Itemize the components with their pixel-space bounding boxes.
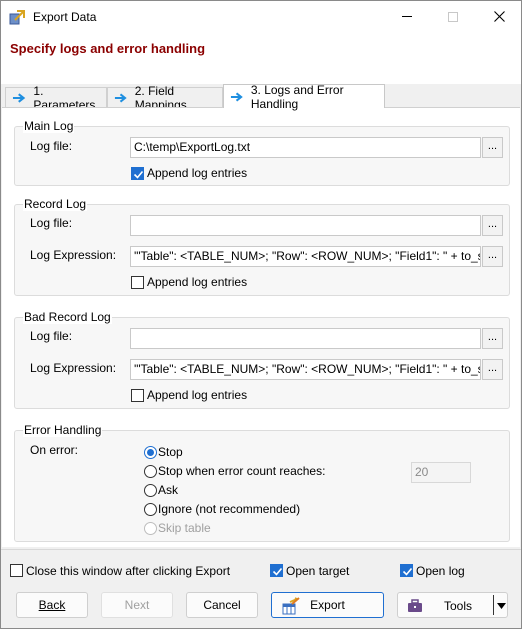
export-button[interactable]: Export: [271, 592, 384, 618]
log-file-label: Log file:: [30, 329, 73, 343]
bad-record-log-file-input[interactable]: [130, 328, 481, 349]
tools-button-label: Tools: [444, 599, 473, 613]
log-expression-label: Log Expression:: [30, 248, 117, 262]
radio-ignore-label: Ignore (not recommended): [158, 502, 301, 516]
bad-record-log-browse-button[interactable]: ...: [482, 328, 503, 349]
group-title: Bad Record Log: [23, 310, 112, 324]
bad-record-log-append-label: Append log entries: [147, 388, 248, 402]
maximize-button: [430, 1, 476, 32]
back-button-label: Back: [38, 598, 66, 612]
radio-skip-table: [144, 522, 157, 535]
record-log-file-input[interactable]: [130, 215, 481, 236]
on-error-label: On error:: [30, 443, 79, 457]
window-title: Export Data: [33, 10, 97, 24]
radio-stop[interactable]: [144, 446, 157, 459]
tab-panel: Main Log Log file: C:\temp\ExportLog.txt…: [2, 107, 520, 547]
main-log-append-checkbox[interactable]: [131, 167, 144, 180]
bad-record-log-group: Bad Record Log Log file: ... Log Express…: [14, 310, 510, 409]
tools-split-divider: [493, 595, 494, 615]
tools-button[interactable]: Tools: [397, 592, 508, 618]
maximize-icon: [448, 11, 458, 22]
arrow-right-icon: [114, 93, 127, 102]
toolbox-icon: [408, 599, 422, 612]
record-log-append-checkbox[interactable]: [131, 276, 144, 289]
record-log-browse-button[interactable]: ...: [482, 215, 503, 236]
main-log-file-input[interactable]: C:\temp\ExportLog.txt: [130, 137, 481, 158]
radio-ignore[interactable]: [144, 503, 157, 516]
bad-record-log-expression-input[interactable]: '"Table": <TABLE_NUM>; "Row": <ROW_NUM>;…: [130, 359, 481, 380]
open-log-label: Open log: [416, 564, 465, 578]
title-bar: Export Data: [1, 1, 521, 32]
log-file-label: Log file:: [30, 139, 73, 153]
open-log-checkbox[interactable]: [400, 564, 413, 577]
export-icon: [282, 597, 300, 615]
tab-parameters[interactable]: 1. Parameters: [5, 84, 107, 112]
footer-divider: [1, 549, 521, 550]
main-log-append-label: Append log entries: [147, 166, 248, 180]
page-title: Specify logs and error handling: [10, 41, 206, 56]
radio-ask-label: Ask: [158, 483, 179, 497]
group-title: Main Log: [23, 119, 75, 133]
open-target-label: Open target: [286, 564, 350, 578]
next-button-label: Next: [124, 598, 150, 612]
export-button-label: Export: [310, 598, 345, 612]
close-after-export-checkbox[interactable]: [10, 564, 23, 577]
checkmark-icon: [133, 170, 144, 179]
arrow-right-icon: [230, 91, 243, 102]
record-log-expression-button[interactable]: ...: [482, 246, 503, 267]
export-app-icon: [9, 10, 25, 25]
close-button[interactable]: [476, 1, 522, 32]
cancel-button-label: Cancel: [203, 598, 241, 612]
tab-strip: 1. Parameters 2. Field Mappings 3. Logs …: [1, 82, 521, 112]
radio-ask[interactable]: [144, 484, 157, 497]
tab-logs-error-handling[interactable]: 3. Logs and Error Handling: [223, 82, 385, 111]
log-expression-label: Log Expression:: [30, 361, 117, 375]
group-title: Record Log: [23, 197, 88, 211]
back-button[interactable]: Back: [16, 592, 88, 618]
main-log-browse-button[interactable]: ...: [482, 137, 503, 158]
record-log-group: Record Log Log file: ... Log Expression:…: [14, 197, 510, 296]
checkmark-icon: [272, 567, 283, 576]
error-count-input[interactable]: 20: [411, 462, 471, 483]
minimize-icon: [402, 16, 412, 17]
checkmark-icon: [402, 567, 413, 576]
close-icon: [493, 11, 505, 22]
group-title: Error Handling: [23, 423, 103, 437]
log-file-label: Log file:: [30, 216, 73, 230]
error-handling-group: Error Handling On error: Stop Stop when …: [14, 423, 510, 542]
bad-record-log-append-checkbox[interactable]: [131, 389, 144, 402]
next-button: Next: [101, 592, 173, 618]
record-log-append-label: Append log entries: [147, 275, 248, 289]
record-log-expression-input[interactable]: '"Table": <TABLE_NUM>; "Row": <ROW_NUM>;…: [130, 246, 481, 267]
main-log-group: Main Log Log file: C:\temp\ExportLog.txt…: [14, 119, 510, 186]
tab-field-mappings[interactable]: 2. Field Mappings: [107, 84, 223, 112]
radio-skip-table-label: Skip table: [158, 521, 211, 535]
tab-label: 3. Logs and Error Handling: [250, 82, 344, 111]
minimize-button[interactable]: [384, 1, 430, 32]
radio-stop-error-count[interactable]: [144, 465, 157, 478]
arrow-right-icon: [12, 92, 26, 103]
export-data-window: Export Data Specify logs and error handl…: [0, 0, 522, 629]
chevron-down-icon[interactable]: [497, 603, 506, 609]
cancel-button[interactable]: Cancel: [186, 592, 258, 618]
bad-record-log-expression-button[interactable]: ...: [482, 359, 503, 380]
open-target-checkbox[interactable]: [270, 564, 283, 577]
radio-stop-label: Stop: [158, 445, 183, 459]
close-after-export-label: Close this window after clicking Export: [26, 564, 231, 578]
radio-stop-error-count-label: Stop when error count reaches:: [158, 464, 326, 478]
wizard-header: Specify logs and error handling: [1, 32, 521, 84]
